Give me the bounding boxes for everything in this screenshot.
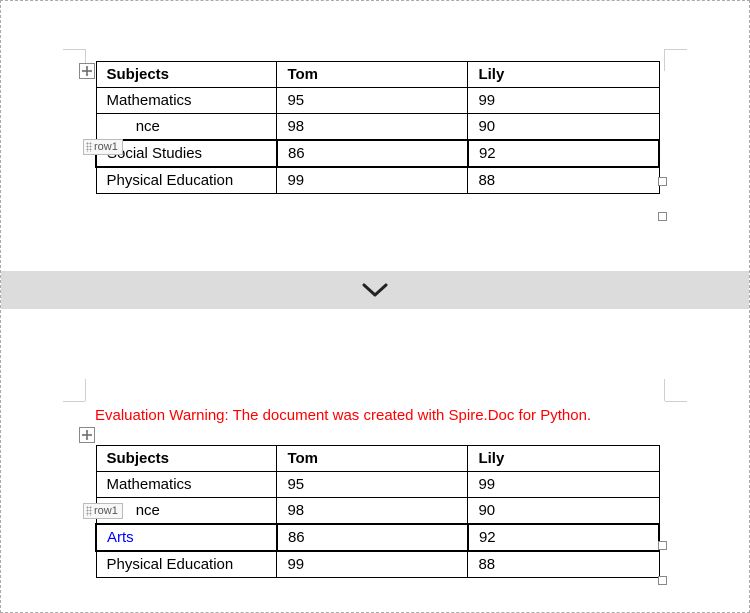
table-anchor-handle[interactable] (79, 63, 95, 79)
row-tag-label[interactable]: row1 (83, 503, 123, 519)
cell-tom[interactable]: 86 (277, 524, 468, 551)
cell-lily[interactable]: 92 (468, 524, 659, 551)
cell-tom[interactable]: 99 (277, 167, 468, 194)
cell-subject[interactable]: Social Studies (96, 140, 277, 167)
selection-handle[interactable] (658, 576, 667, 585)
grades-table-bottom[interactable]: Subjects Tom Lily Mathematics 95 99 Scie… (95, 445, 660, 578)
cell-tom[interactable]: 95 (277, 88, 468, 114)
header-subjects: Subjects (96, 62, 277, 88)
table-row[interactable]: Science 98 90 (96, 114, 659, 141)
cell-subject[interactable]: Physical Education (96, 167, 277, 194)
row-tag-text: row1 (94, 504, 118, 518)
cell-lily[interactable]: 99 (468, 472, 659, 498)
table-row-selected[interactable]: Arts 86 92 (96, 524, 659, 551)
header-subjects: Subjects (96, 446, 277, 472)
selection-handle[interactable] (658, 177, 667, 186)
cell-subject[interactable]: Mathematics (96, 472, 277, 498)
top-document-page: Subjects Tom Lily Mathematics 95 99 Scie… (1, 1, 749, 271)
table-row[interactable]: Physical Education 99 88 (96, 551, 659, 578)
header-tom: Tom (277, 62, 468, 88)
cell-subject[interactable]: Physical Education (96, 551, 277, 578)
chevron-down-icon (360, 280, 390, 300)
table-row[interactable]: Mathematics 95 99 (96, 88, 659, 114)
table-row-selected[interactable]: Social Studies 86 92 (96, 140, 659, 167)
cell-tom[interactable]: 99 (277, 551, 468, 578)
table-header-row: Subjects Tom Lily (96, 446, 659, 472)
cell-subject[interactable]: Mathematics (96, 88, 277, 114)
cell-tom[interactable]: 98 (277, 498, 468, 525)
table-header-row: Subjects Tom Lily (96, 62, 659, 88)
grades-table-top[interactable]: Subjects Tom Lily Mathematics 95 99 Scie… (95, 61, 660, 194)
cell-subject-partial: nce (136, 118, 160, 135)
selection-handle[interactable] (658, 541, 667, 550)
drag-dots-icon (86, 142, 92, 152)
cell-subject[interactable]: Arts (96, 524, 277, 551)
evaluation-warning: Evaluation Warning: The document was cre… (95, 407, 591, 424)
cell-tom[interactable]: 86 (277, 140, 468, 167)
selection-handle[interactable] (658, 212, 667, 221)
cell-lily[interactable]: 90 (468, 498, 659, 525)
cell-subject-arts: Arts (107, 529, 134, 546)
cell-lily[interactable]: 99 (468, 88, 659, 114)
row-tag-label[interactable]: row1 (83, 139, 123, 155)
cell-tom[interactable]: 98 (277, 114, 468, 141)
move-icon (81, 429, 93, 441)
bottom-document-page: Evaluation Warning: The document was cre… (1, 309, 749, 609)
header-lily: Lily (468, 62, 659, 88)
cell-subject[interactable]: Science (96, 114, 277, 141)
cell-lily[interactable]: 90 (468, 114, 659, 141)
cell-lily[interactable]: 88 (468, 167, 659, 194)
table-anchor-handle[interactable] (79, 427, 95, 443)
cell-tom[interactable]: 95 (277, 472, 468, 498)
row-tag-text: row1 (94, 140, 118, 154)
table-row[interactable]: Science 98 90 (96, 498, 659, 525)
cell-lily[interactable]: 88 (468, 551, 659, 578)
table-row[interactable]: Physical Education 99 88 (96, 167, 659, 194)
cell-subject-partial: nce (136, 502, 160, 519)
drag-dots-icon (86, 506, 92, 516)
move-icon (81, 65, 93, 77)
cell-lily[interactable]: 92 (468, 140, 659, 167)
table-row[interactable]: Mathematics 95 99 (96, 472, 659, 498)
page-divider (1, 271, 749, 309)
header-tom: Tom (277, 446, 468, 472)
header-lily: Lily (468, 446, 659, 472)
cell-subject[interactable]: Science (96, 498, 277, 525)
